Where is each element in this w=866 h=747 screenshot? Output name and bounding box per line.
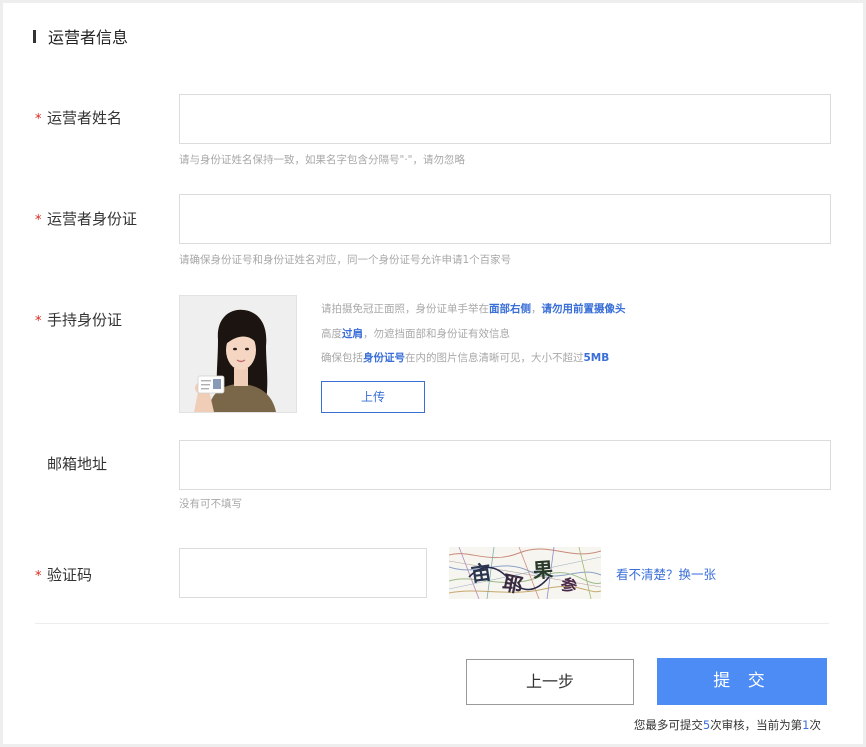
id-number-input[interactable] bbox=[179, 194, 831, 244]
upload-info-text: ， bbox=[531, 303, 542, 315]
captcha-image[interactable]: 亩 耶 果 参 bbox=[449, 547, 601, 599]
section-header: 运营者信息 bbox=[33, 25, 128, 47]
upload-info-line-1: 请拍摄免冠正面照，身份证单手举在面部右侧，请勿用前置摄像头 bbox=[321, 301, 626, 316]
email-input[interactable] bbox=[179, 440, 831, 490]
review-note-text: 次审核，当前为第 bbox=[710, 718, 803, 732]
name-hint: 请与身份证姓名保持一致，如果名字包含分隔号"·"，请勿忽略 bbox=[179, 154, 465, 166]
email-label-row: 邮箱地址 bbox=[35, 453, 107, 474]
upload-button[interactable]: 上传 bbox=[321, 381, 425, 413]
captcha-char: 果 bbox=[532, 557, 554, 582]
id-photo-example bbox=[179, 295, 297, 413]
form-divider bbox=[35, 623, 829, 624]
captcha-input[interactable] bbox=[179, 548, 427, 598]
id-number-label: 运营者身份证 bbox=[47, 210, 138, 228]
captcha-noise-image: 亩 耶 果 参 bbox=[449, 547, 601, 599]
upload-info-highlight: 过肩 bbox=[342, 328, 363, 340]
email-label: 邮箱地址 bbox=[47, 455, 108, 473]
review-count-note: 您最多可提交5次审核，当前为第1次 bbox=[634, 717, 821, 733]
upload-info-text: 请拍摄免冠正面照，身份证单手举在 bbox=[321, 303, 489, 315]
name-input[interactable] bbox=[179, 94, 831, 144]
id-number-hint: 请确保身份证号和身份证姓名对应，同一个身份证号允许申请1个百家号 bbox=[179, 254, 512, 266]
name-label: 运营者姓名 bbox=[47, 109, 123, 127]
upload-info-text: 在内的图片信息清晰可见，大小不超过 bbox=[405, 352, 584, 364]
section-title: 运营者信息 bbox=[48, 28, 129, 47]
upload-info-highlight: 请勿用前置摄像头 bbox=[541, 303, 626, 315]
upload-info-text: 高度 bbox=[321, 328, 342, 340]
name-label-row: * 运营者姓名 bbox=[35, 107, 122, 128]
prev-step-button[interactable]: 上一步 bbox=[466, 659, 634, 705]
upload-info-text: 确保包括 bbox=[321, 352, 363, 364]
upload-info-highlight: 身份证号 bbox=[363, 352, 405, 364]
required-mark: * bbox=[35, 569, 42, 584]
section-title-bar bbox=[33, 29, 36, 43]
captcha-refresh-link[interactable]: 看不清楚？换一张 bbox=[616, 564, 716, 583]
review-current-count: 1 bbox=[802, 718, 810, 732]
review-note-text: 您最多可提交 bbox=[633, 718, 703, 732]
captcha-char: 亩 bbox=[469, 560, 492, 587]
captcha-label-row: * 验证码 bbox=[35, 564, 92, 585]
id-photo-label-row: * 手持身份证 bbox=[35, 309, 122, 330]
required-mark: * bbox=[35, 112, 42, 127]
captcha-label: 验证码 bbox=[47, 566, 93, 584]
upload-info-text: ，勿遮挡面部和身份证有效信息 bbox=[363, 328, 510, 340]
submit-button[interactable]: 提 交 bbox=[657, 658, 827, 705]
id-number-label-row: * 运营者身份证 bbox=[35, 208, 137, 229]
upload-info-line-3: 确保包括身份证号在内的图片信息清晰可见，大小不超过5MB bbox=[321, 350, 609, 365]
form-container: 运营者信息 * 运营者姓名 请与身份证姓名保持一致，如果名字包含分隔号"·"，请勿… bbox=[0, 0, 866, 747]
person-holding-id-illustration bbox=[180, 296, 296, 412]
email-hint: 没有可不填写 bbox=[179, 498, 242, 510]
upload-info-highlight: 面部右侧 bbox=[489, 303, 531, 315]
required-mark: * bbox=[35, 213, 42, 228]
upload-info-highlight: 5MB bbox=[583, 352, 610, 364]
review-note-text: 次 bbox=[809, 718, 822, 732]
required-mark: * bbox=[35, 314, 42, 329]
upload-info-line-2: 高度过肩，勿遮挡面部和身份证有效信息 bbox=[321, 326, 510, 341]
id-photo-label: 手持身份证 bbox=[47, 311, 123, 329]
